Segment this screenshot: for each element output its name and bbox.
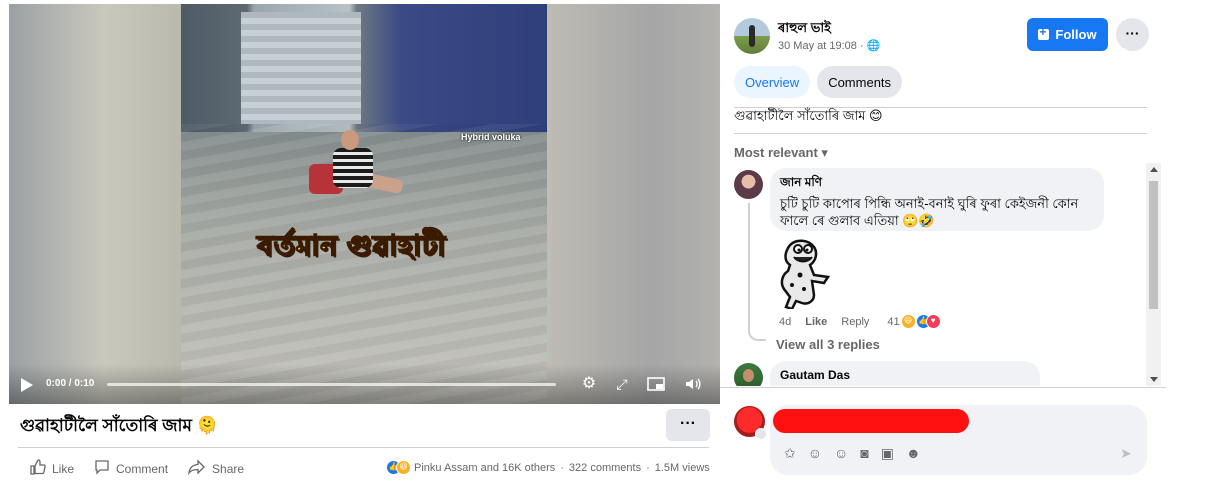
- comment-reaction-count[interactable]: 41: [887, 316, 899, 328]
- comments-list[interactable]: জান মণি চুটি চুটি কাপোৰ পিন্ধি অনাই-বনাই…: [720, 163, 1166, 386]
- picture-in-picture-icon[interactable]: [647, 375, 665, 393]
- redacted-comment-input[interactable]: [773, 409, 969, 433]
- comment-bubble: জান মণি চুটি চুটি কাপোৰ পিন্ধি অনাই-বনাই…: [770, 168, 1104, 231]
- scrollbar-thumb[interactable]: [1149, 181, 1158, 309]
- man-in-tub: [309, 128, 404, 206]
- reactions-summary[interactable]: Pinku Assam and 16K others: [414, 462, 555, 474]
- panel-tabs: Overview Comments: [734, 66, 909, 98]
- video-blur-right: [546, 4, 720, 404]
- dinosaur-sticker-image: [770, 235, 842, 311]
- settings-gear-icon[interactable]: ⚙: [580, 375, 598, 393]
- comment-sort-dropdown[interactable]: Most relevant ▾: [734, 145, 828, 161]
- comment-time[interactable]: 4d: [779, 316, 791, 328]
- follow-icon: [1038, 25, 1050, 40]
- share-button[interactable]: Share: [188, 459, 244, 479]
- fullscreen-icon[interactable]: ⤢: [613, 375, 631, 393]
- reply-thread-line: [748, 203, 766, 341]
- composer-tools: ✩ ☺ ☺ ◙ ▣ ☻: [784, 445, 933, 462]
- comment-button[interactable]: Comment: [94, 459, 168, 479]
- views-count: 1.5M views: [654, 461, 710, 474]
- video-title: গুৱাহাটীলৈ সাঁতোৰি জাম 🫠: [20, 416, 218, 435]
- commenter-name[interactable]: Gautam Das: [780, 368, 1030, 382]
- post-caption: গুৱাহাটীলৈ সাঁতোৰি জাম 😊: [734, 108, 883, 123]
- avatar-sticker-icon[interactable]: ✩: [784, 445, 796, 462]
- gif-emoji-icon[interactable]: ☺: [808, 445, 822, 462]
- divider: [734, 133, 1147, 134]
- video-watermark: Hybrid voluka: [461, 132, 521, 142]
- scroll-down-arrow-icon[interactable]: [1150, 377, 1158, 382]
- comment-label: Comment: [116, 462, 169, 476]
- tab-comments[interactable]: Comments: [817, 66, 903, 98]
- commenter-name[interactable]: জান মণি: [780, 174, 1094, 194]
- comment-composer[interactable]: ✩ ☺ ☺ ◙ ▣ ☻ ➤: [770, 405, 1147, 475]
- sticker-icon[interactable]: ☻: [906, 445, 921, 462]
- follow-button[interactable]: Follow: [1027, 18, 1108, 51]
- play-icon[interactable]: [21, 378, 33, 392]
- divider: [720, 387, 1166, 388]
- comment-meta: 4d Like Reply 41 😆 👍 ♥: [779, 314, 941, 329]
- comments-count[interactable]: 322 comments: [569, 462, 641, 474]
- gif-icon[interactable]: ▣: [881, 445, 894, 462]
- thumbs-up-icon: [30, 459, 46, 479]
- separator-dot: ·: [646, 461, 650, 474]
- current-user-avatar[interactable]: [734, 406, 767, 440]
- haha-reaction-icon: 😆: [900, 314, 916, 329]
- comment-reply-button[interactable]: Reply: [841, 316, 869, 328]
- share-label: Share: [212, 462, 245, 476]
- post-date[interactable]: 30 May at 19:08 · 🌐: [778, 39, 880, 52]
- scroll-up-arrow-icon[interactable]: [1150, 167, 1158, 172]
- post-more-button[interactable]: ···: [1116, 18, 1149, 51]
- follow-label: Follow: [1055, 27, 1097, 42]
- volume-icon[interactable]: [684, 375, 702, 393]
- video-controls: 0:00 / 0:10 ⚙ ⤢: [9, 364, 720, 404]
- shutter-door: [241, 12, 361, 124]
- author-name[interactable]: ৰাহুল ভাই: [778, 19, 831, 40]
- love-reaction-icon: ♥: [925, 314, 941, 329]
- separator-dot: ·: [560, 461, 564, 474]
- emoji-icon[interactable]: ☺: [834, 445, 848, 462]
- haha-reaction-icon: 😆: [396, 460, 411, 475]
- video-blur-left: [9, 4, 181, 404]
- comments-scrollbar[interactable]: [1146, 163, 1161, 386]
- action-bar: Like Comment Share: [18, 458, 264, 480]
- send-icon[interactable]: ➤: [1120, 445, 1132, 462]
- video-progress-bar[interactable]: [107, 383, 556, 386]
- video-more-button[interactable]: ···: [666, 409, 710, 441]
- camera-icon[interactable]: ◙: [860, 445, 868, 462]
- post-stats: 👍 😆 Pinku Assam and 16K others · 322 com…: [386, 460, 710, 475]
- commenter-avatar[interactable]: [734, 170, 763, 199]
- commenter-avatar[interactable]: [734, 363, 763, 386]
- view-replies-link[interactable]: View all 3 replies: [776, 337, 880, 352]
- building-background: [181, 4, 547, 132]
- video-overlay-caption: বৰ্তমান গুৱাহাটী: [256, 229, 447, 262]
- divider: [18, 447, 709, 448]
- video-player[interactable]: Hybrid voluka বৰ্তমান গুৱাহাটী 0:00 / 0:…: [9, 4, 720, 404]
- facebook-video-page: Hybrid voluka বৰ্তমান গুৱাহাটী 0:00 / 0:…: [0, 0, 1209, 481]
- like-button[interactable]: Like: [30, 459, 74, 479]
- post-side-panel: ৰাহুল ভাই 30 May at 19:08 · 🌐 Follow ···…: [720, 0, 1209, 481]
- comment-bubble: Gautam Das: [770, 361, 1040, 386]
- video-time: 0:00 / 0:10: [46, 378, 95, 389]
- like-label: Like: [52, 462, 75, 476]
- author-avatar[interactable]: [734, 18, 770, 54]
- share-arrow-icon: [188, 459, 206, 479]
- tab-overview[interactable]: Overview: [734, 66, 811, 98]
- video-frame: Hybrid voluka বৰ্তমান গুৱাহাটী: [181, 4, 547, 404]
- comment-bubble-icon: [94, 459, 110, 479]
- comment-text: চুটি চুটি কাপোৰ পিন্ধি অনাই-বনাই ঘুৰি ফু…: [780, 196, 1079, 228]
- comment-like-button[interactable]: Like: [805, 316, 827, 328]
